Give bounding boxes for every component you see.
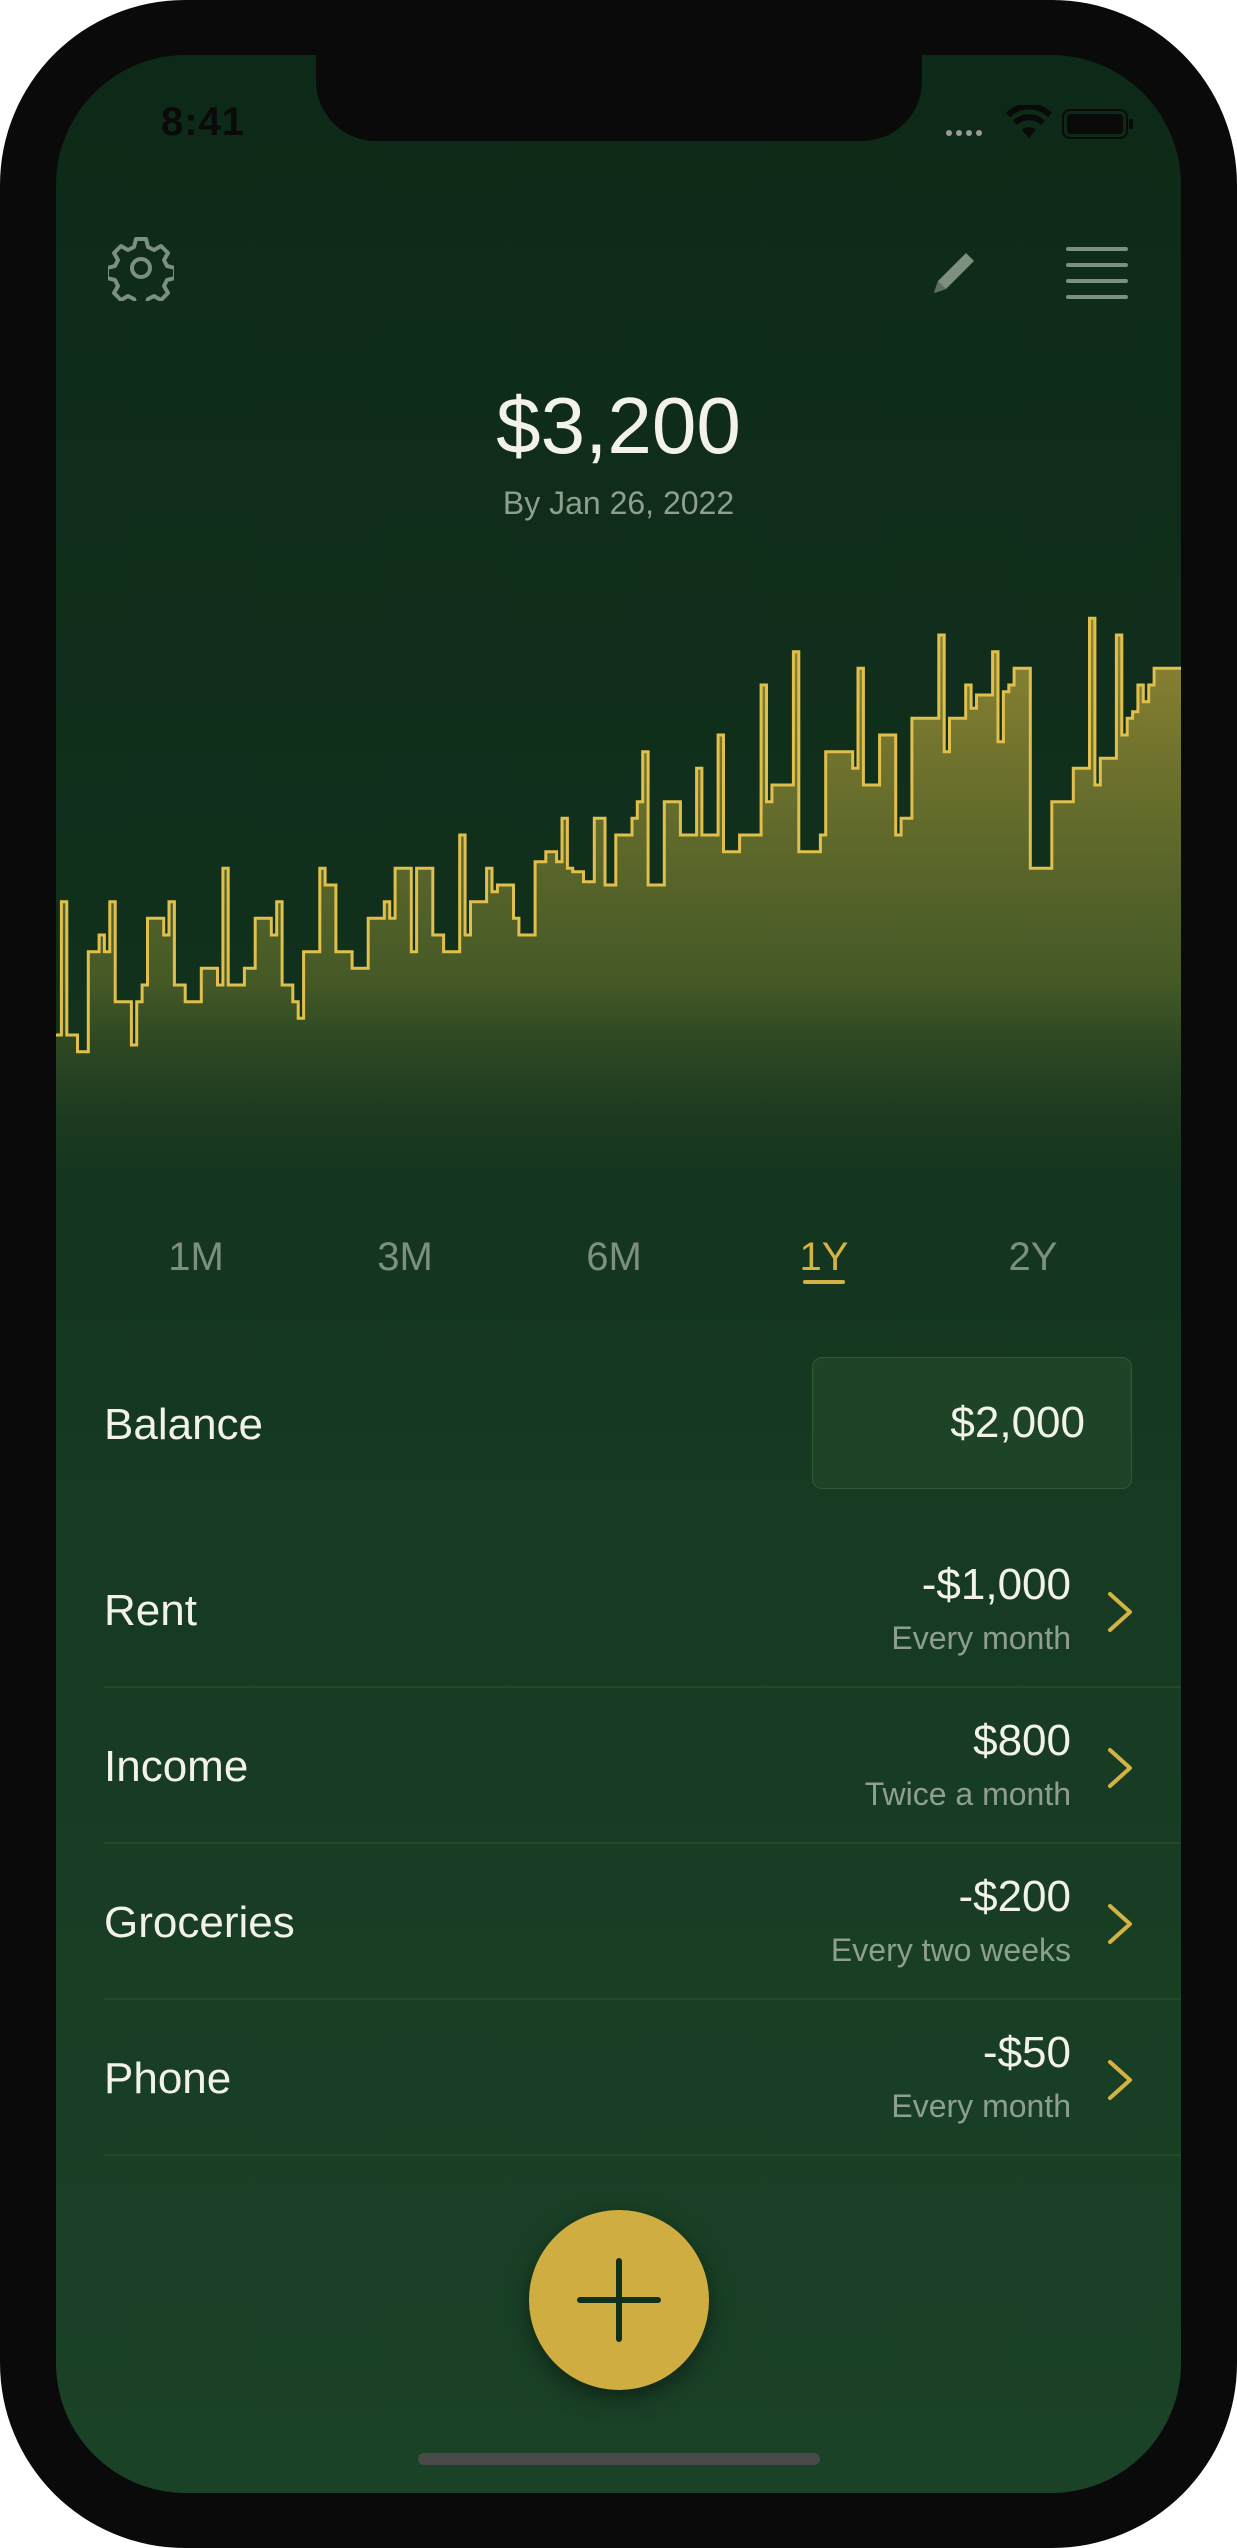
entry-frequency: Every month (891, 1620, 1071, 1656)
entry-label: Income (104, 1742, 249, 1791)
tab-2y[interactable]: 2Y (973, 1235, 1093, 1280)
entry-label: Phone (104, 2054, 232, 2103)
chart-area-fill (56, 618, 1181, 1225)
entry-frequency: Every month (891, 2088, 1071, 2124)
cellular-signal-icon (946, 130, 982, 136)
chevron-right-icon (1108, 2060, 1132, 2100)
entry-row-income[interactable]: Income $800 Twice a month (104, 1686, 1181, 1844)
status-time: 8:41 (160, 100, 246, 144)
battery-icon (1062, 109, 1133, 139)
entry-amount: $800 (973, 1716, 1071, 1765)
tab-1y[interactable]: 1Y (764, 1235, 884, 1280)
entry-row-phone[interactable]: Phone -$50 Every month (104, 1998, 1181, 2156)
wifi-icon (1005, 105, 1053, 138)
add-button[interactable] (529, 2210, 709, 2390)
chevron-right-icon (1108, 1904, 1132, 1944)
entry-label: Groceries (104, 1898, 295, 1947)
app-screen: 8:41 $3,200 By Jan 26, 2022 1M 3M 6M 1Y … (56, 55, 1181, 2493)
notch (316, 55, 922, 141)
entry-label: Rent (104, 1586, 197, 1635)
entry-row-rent[interactable]: Rent -$1,000 Every month (104, 1530, 1181, 1688)
entry-frequency: Every two weeks (830, 1932, 1071, 1968)
balance-label: Balance (104, 1400, 264, 1449)
pencil-icon[interactable] (926, 245, 982, 301)
tab-3m[interactable]: 3M (345, 1235, 465, 1280)
range-tab-indicator (803, 1280, 845, 1284)
range-tabs: 1M 3M 6M 1Y 2Y (56, 1235, 1181, 1315)
entry-amount: -$50 (982, 2028, 1071, 2077)
hamburger-menu-icon[interactable] (1066, 245, 1128, 301)
plus-icon (577, 2258, 661, 2342)
gear-icon[interactable] (108, 235, 174, 301)
device-frame: 8:41 $3,200 By Jan 26, 2022 1M 3M 6M 1Y … (0, 0, 1237, 2548)
balance-chart (56, 616, 1181, 1225)
projected-balance-amount: $3,200 (496, 381, 741, 470)
balance-input[interactable]: $2,000 (812, 1357, 1132, 1489)
entry-amount: -$1,000 (921, 1560, 1071, 1609)
chevron-right-icon (1108, 1592, 1132, 1632)
chevron-right-icon (1108, 1748, 1132, 1788)
entry-amount: -$200 (958, 1872, 1071, 1921)
projected-balance-date: By Jan 26, 2022 (502, 485, 735, 521)
tab-6m[interactable]: 6M (554, 1235, 674, 1280)
home-indicator (418, 2453, 820, 2465)
entry-frequency: Twice a month (864, 1776, 1071, 1812)
entry-row-groceries[interactable]: Groceries -$200 Every two weeks (104, 1842, 1181, 2000)
tab-1m[interactable]: 1M (136, 1235, 256, 1280)
